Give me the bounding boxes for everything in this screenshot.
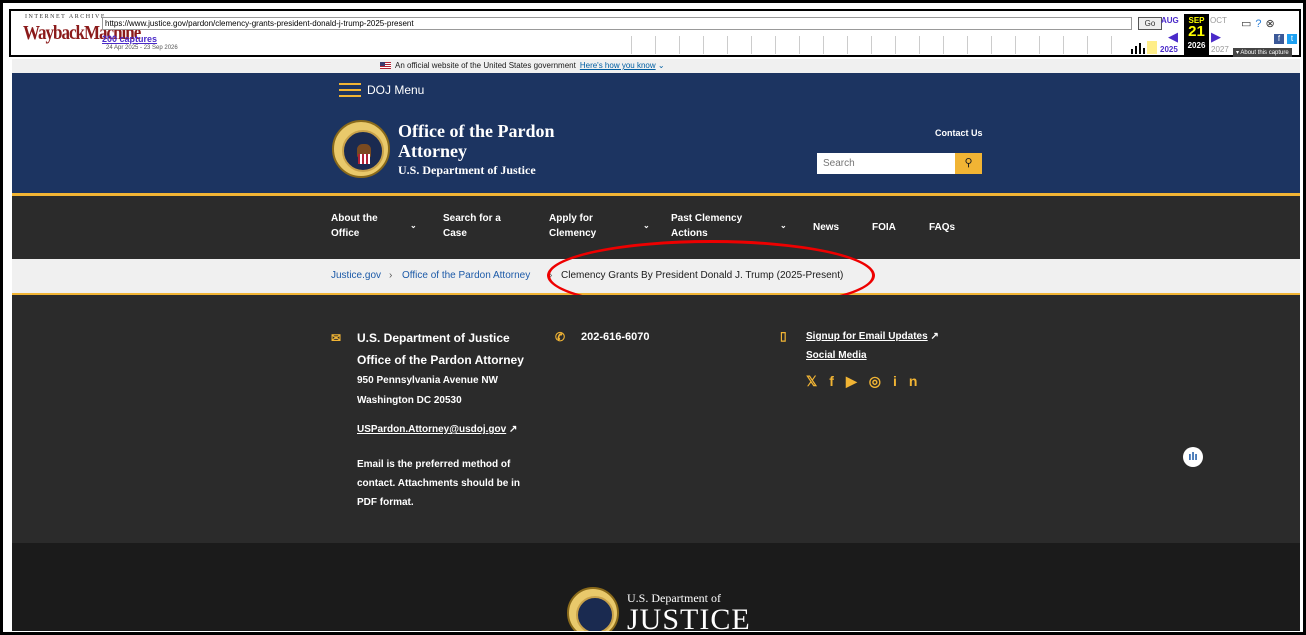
footer-address-line1: 950 Pennsylvania Avenue NW (357, 375, 498, 386)
linkedin-icon[interactable]: in (893, 373, 929, 389)
gov-banner-text: An official website of the United States… (395, 61, 576, 70)
wayback-current-year: 2026 (1187, 41, 1206, 50)
wayback-timeline[interactable] (631, 36, 1126, 54)
wayback-sparkline[interactable] (1129, 39, 1159, 54)
breadcrumb-separator-icon: › (389, 270, 393, 281)
wayback-window-icons: ▭?⊗ (1241, 17, 1279, 30)
footer-bottom: U.S. Department of JUSTICE (12, 543, 1300, 631)
footer-email-note: Email is the preferred method of contact… (357, 459, 520, 508)
facebook-icon[interactable]: f (1274, 34, 1284, 44)
mail-icon: ✉ (331, 331, 342, 345)
wayback-url-input[interactable]: https://www.justice.gov/pardon/clemency-… (102, 17, 1132, 30)
office-subtitle: U.S. Department of Justice (398, 163, 536, 177)
doj-menu-bar: DOJ Menu (12, 73, 1300, 107)
footer-logo-justice: JUSTICE (627, 603, 751, 631)
wayback-logo-top: INTERNET ARCHIVE (25, 14, 107, 20)
wayback-next-year[interactable]: 2027 (1211, 45, 1229, 54)
us-flag-icon (380, 62, 391, 70)
facebook-icon[interactable]: f (829, 373, 846, 389)
chevron-down-icon[interactable]: ⌄ (780, 221, 787, 230)
chevron-down-icon[interactable]: ⌄ (643, 221, 650, 230)
wayback-next-arrow-icon[interactable]: ▶ (1211, 29, 1221, 45)
twitter-icon[interactable]: t (1287, 34, 1297, 44)
wayback-share: ft (1271, 33, 1297, 44)
search-input[interactable] (817, 153, 955, 174)
gov-banner: An official website of the United States… (12, 59, 1300, 73)
external-link-icon: ↗ (509, 424, 518, 435)
chevron-down-icon: ⌄ (655, 61, 665, 70)
help-icon[interactable]: ? (1255, 18, 1265, 30)
doj-seal-logo[interactable] (332, 120, 390, 178)
wayback-next-month[interactable]: OCT (1210, 16, 1227, 25)
footer-social-media-link[interactable]: Social Media (806, 350, 867, 361)
wayback-prev-month[interactable]: AUG (1161, 16, 1179, 25)
doj-seal-logo[interactable] (567, 587, 619, 631)
screenshot-frame: INTERNET ARCHIVE WaybackMachine https://… (0, 0, 1306, 635)
wayback-current-date: SEP 21 2026 (1184, 14, 1209, 55)
wayback-captures-link[interactable]: 200 captures (102, 34, 157, 44)
site-header: Office of the Pardon Attorney U.S. Depar… (12, 107, 1300, 196)
footer-office-name: Office of the Pardon Attorney (357, 353, 524, 367)
wayback-prev-year[interactable]: 2025 (1160, 45, 1178, 54)
footer-org-name: U.S. Department of Justice (357, 331, 510, 345)
breadcrumb-justice-gov[interactable]: Justice.gov (331, 270, 381, 281)
footer-signup-link[interactable]: Signup for Email Updates (806, 331, 928, 342)
wayback-about-label: About this capture (1240, 50, 1289, 56)
footer-email-link[interactable]: USPardon.Attorney@usdoj.gov (357, 424, 506, 435)
external-link-icon: ↗ (930, 331, 939, 342)
instagram-icon[interactable]: ◎ (869, 373, 893, 389)
search-button[interactable]: ⚲ (955, 153, 982, 174)
footer-phone[interactable]: 202-616-6070 (581, 331, 650, 343)
breadcrumb-office-pardon-attorney[interactable]: Office of the Pardon Attorney (402, 270, 530, 281)
mobile-icon: ▯ (780, 329, 787, 343)
nav-past-clemency-actions[interactable]: Past Clemency Actions (671, 211, 766, 241)
wayback-capture-range: 24 Apr 2025 - 23 Sep 2026 (106, 45, 178, 51)
hamburger-menu-icon[interactable] (339, 83, 361, 97)
calendar-icon[interactable]: ▭ (1241, 18, 1255, 30)
wayback-go-button[interactable]: Go (1138, 17, 1162, 30)
wayback-prev-arrow-icon[interactable]: ◀ (1168, 29, 1178, 45)
accessibility-icon[interactable]: ılı (1183, 447, 1203, 467)
close-icon[interactable]: ⊗ (1266, 18, 1279, 30)
contact-us-link[interactable]: Contact Us (935, 128, 983, 138)
nav-about-the-office[interactable]: About the Office (331, 211, 391, 241)
footer-social-icons: 𝕏f▶◎in (806, 373, 929, 390)
phone-icon: ✆ (555, 330, 566, 344)
wayback-toolbar: INTERNET ARCHIVE WaybackMachine https://… (9, 9, 1301, 57)
wayback-current-day: 21 (1188, 23, 1205, 40)
footer-address-line2: Washington DC 20530 (357, 395, 462, 406)
search-icon: ⚲ (964, 157, 973, 169)
nav-news[interactable]: News (813, 220, 839, 235)
wayback-about-capture[interactable]: ▾ About this capture (1233, 48, 1292, 57)
nav-faqs[interactable]: FAQs (929, 220, 955, 235)
nav-search-for-a-case[interactable]: Search for a Case (443, 211, 513, 241)
chevron-down-icon[interactable]: ⌄ (410, 221, 417, 230)
office-title[interactable]: Office of the Pardon Attorney (398, 121, 598, 161)
x-twitter-icon[interactable]: 𝕏 (806, 373, 829, 389)
nav-foia[interactable]: FOIA (872, 220, 896, 235)
heres-how-you-know-link[interactable]: Here's how you know (580, 61, 656, 70)
nav-apply-for-clemency[interactable]: Apply for Clemency (549, 211, 609, 241)
doj-website: An official website of the United States… (12, 59, 1300, 631)
site-footer: ✉ U.S. Department of Justice Office of t… (12, 295, 1300, 543)
youtube-icon[interactable]: ▶ (846, 373, 869, 389)
doj-menu-button[interactable]: DOJ Menu (367, 83, 424, 97)
